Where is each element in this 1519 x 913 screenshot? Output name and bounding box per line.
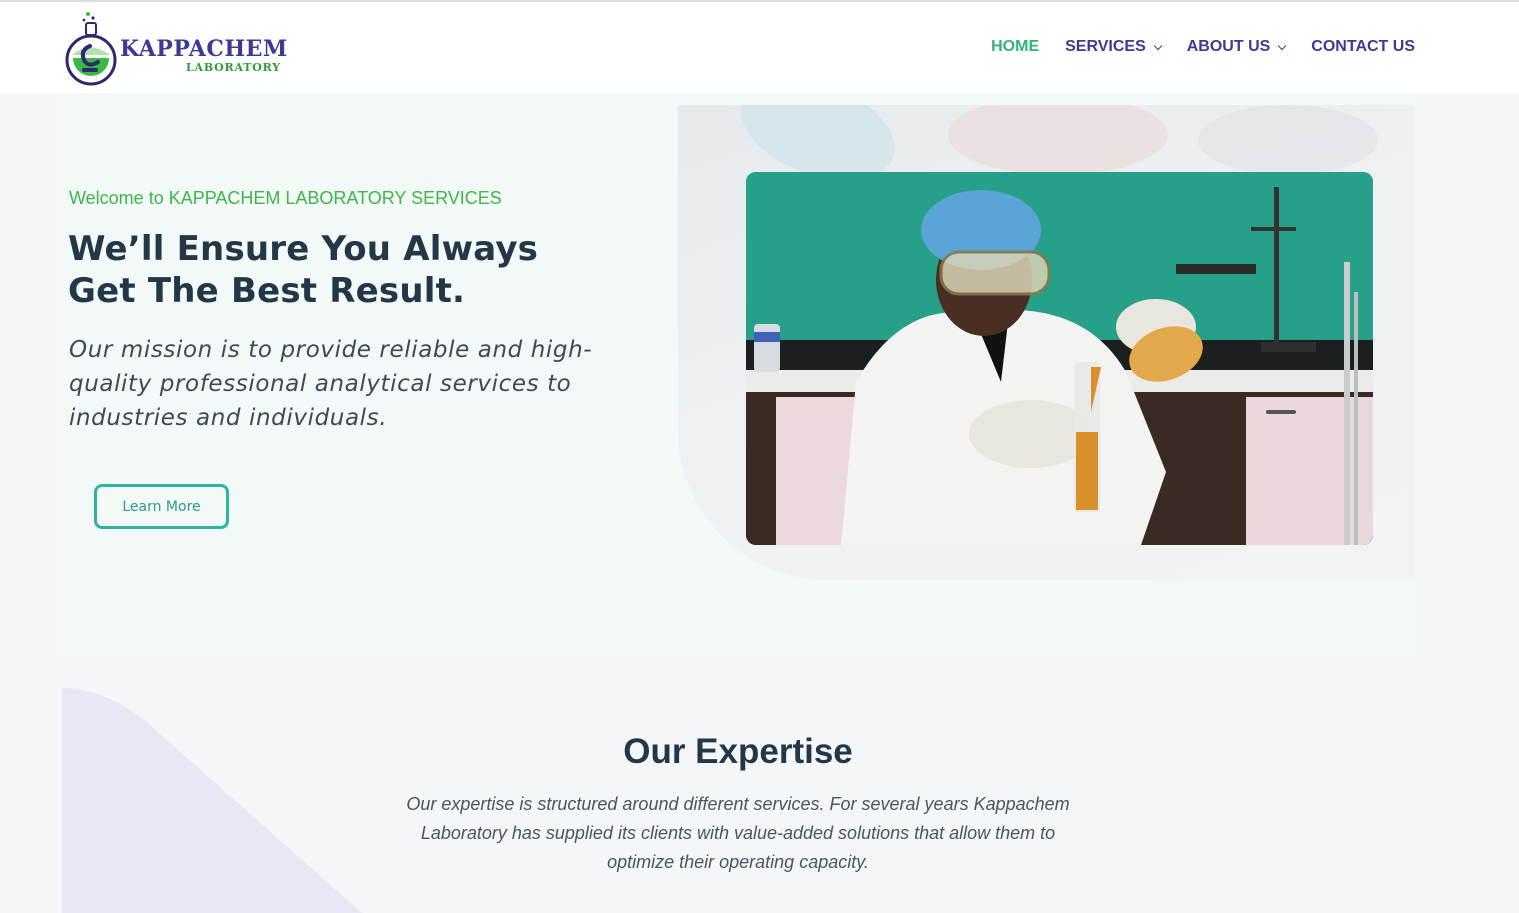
expertise-title: Our Expertise — [623, 732, 853, 771]
logo-subtitle: LABORATORY — [186, 61, 281, 74]
nav-contact-us-label: CONTACT US — [1311, 38, 1415, 55]
hero-headline-line2: Get The Best Result. — [68, 271, 466, 311]
main-nav: HOME SERVICES ABOUT US CONTACT US — [965, 38, 1415, 56]
lab-technician-photo — [746, 172, 1373, 545]
hero-eyebrow: Welcome to KAPPACHEM LABORATORY SERVICES — [69, 188, 502, 208]
nav-services[interactable]: SERVICES — [1065, 38, 1162, 56]
nav-about-us[interactable]: ABOUT US — [1186, 38, 1287, 56]
nav-home[interactable]: HOME — [991, 38, 1039, 56]
hero-headline: We’ll Ensure You Always Get The Best Res… — [68, 228, 628, 312]
learn-more-button[interactable]: Learn More — [94, 484, 229, 529]
nav-contact-us[interactable]: CONTACT US — [1311, 38, 1415, 56]
expertise-description: Our expertise is structured around diffe… — [406, 794, 1070, 872]
hero-headline-line1: We’ll Ensure You Always — [68, 229, 539, 269]
chevron-down-icon — [1153, 41, 1162, 50]
logo-wordmark: KAPPACHEM — [120, 36, 288, 62]
site-header: KAPPACHEM LABORATORY HOME SERVICES ABOUT… — [0, 2, 1519, 93]
nav-about-us-label: ABOUT US — [1186, 38, 1271, 55]
nav-services-label: SERVICES — [1065, 38, 1146, 55]
site-logo[interactable]: KAPPACHEM LABORATORY — [64, 10, 304, 90]
nav-home-label: HOME — [991, 38, 1040, 55]
lab-photo-illustration — [746, 172, 1373, 545]
hero-section: Welcome to KAPPACHEM LABORATORY SERVICES… — [62, 93, 1415, 653]
hero-mission-text: Our mission is to provide reliable and h… — [69, 337, 593, 431]
chevron-down-icon — [1278, 41, 1287, 50]
flask-logo-icon — [65, 12, 117, 86]
